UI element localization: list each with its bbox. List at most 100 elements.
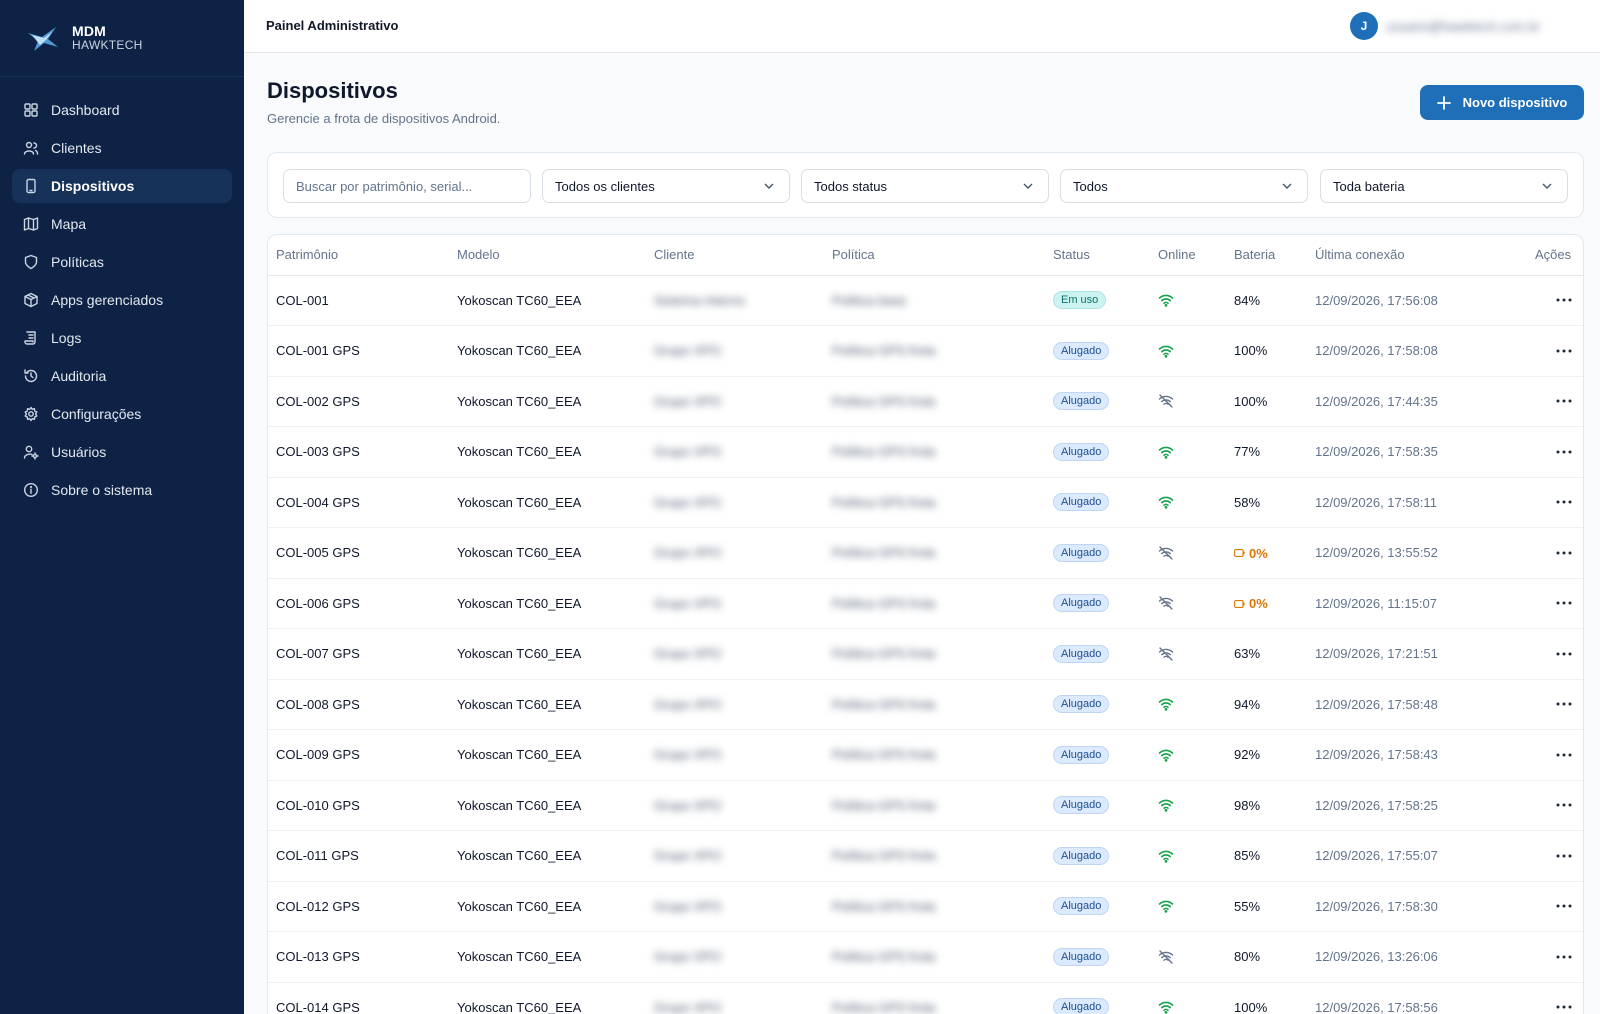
page-subtitle: Gerencie a frota de dispositivos Android… xyxy=(267,111,501,126)
cell-status: Alugado xyxy=(1045,426,1150,478)
cell-ultima-conexao: 12/09/2026, 17:21:51 xyxy=(1307,628,1527,680)
cell-acoes[interactable] xyxy=(1527,982,1583,1014)
table-row[interactable]: COL-012 GPS Yokoscan TC60_EEA Grupo XPO Pol… xyxy=(268,881,1583,932)
row-actions-button[interactable] xyxy=(1535,297,1583,303)
sidebar-item-mapa[interactable]: Mapa xyxy=(12,207,232,241)
cell-acoes[interactable] xyxy=(1527,931,1583,983)
sidebar-item-label: Apps gerenciados xyxy=(51,292,164,308)
cell-acoes[interactable] xyxy=(1527,780,1583,831)
row-actions-button[interactable] xyxy=(1535,752,1583,758)
client-name-redacted: Grupo XPO xyxy=(654,848,722,864)
cell-acoes[interactable] xyxy=(1527,275,1583,326)
table-row[interactable]: COL-001 GPS Yokoscan TC60_EEA Grupo XPO Pol… xyxy=(268,325,1583,377)
row-actions-button[interactable] xyxy=(1535,954,1583,960)
sidebar-item-sobre-o-sistema[interactable]: Sobre o sistema xyxy=(12,473,232,507)
wifi-icon xyxy=(1158,849,1226,863)
cell-acoes[interactable] xyxy=(1527,881,1583,932)
cell-politica: Política GPS frota xyxy=(824,982,1045,1014)
table-row[interactable]: COL-003 GPS Yokoscan TC60_EEA Grupo XPO Pol… xyxy=(268,426,1583,478)
table-row[interactable]: COL-013 GPS Yokoscan TC60_EEA Grupo XPO Pol… xyxy=(268,931,1583,983)
user-email[interactable]: usuario@hawktech.com.br xyxy=(1386,19,1540,34)
cell-acoes[interactable] xyxy=(1527,376,1583,427)
status-badge: Alugado xyxy=(1053,392,1110,411)
table-row[interactable]: COL-006 GPS Yokoscan TC60_EEA Grupo XPO Pol… xyxy=(268,578,1583,629)
cell-modelo: Yokoscan TC60_EEA xyxy=(449,881,646,932)
table-row[interactable]: COL-002 GPS Yokoscan TC60_EEA Grupo XPO Pol… xyxy=(268,376,1583,427)
row-actions-button[interactable] xyxy=(1535,449,1583,455)
sidebar-item-dashboard[interactable]: Dashboard xyxy=(12,93,232,127)
battery-low-icon xyxy=(1234,549,1245,557)
cell-politica: Política GPS frota xyxy=(824,881,1045,932)
cell-online xyxy=(1150,679,1226,730)
more-actions-icon xyxy=(1556,702,1572,706)
row-actions-button[interactable] xyxy=(1535,853,1583,859)
column-header: Status xyxy=(1045,235,1150,276)
client-name-redacted: Grupo XPO xyxy=(654,696,722,712)
sidebar-item-pol-ticas[interactable]: Políticas xyxy=(12,245,232,279)
row-actions-button[interactable] xyxy=(1535,550,1583,556)
table-row[interactable]: COL-007 GPS Yokoscan TC60_EEA Grupo XPO Pol… xyxy=(268,628,1583,680)
policy-name-redacted: Política GPS frota xyxy=(832,848,936,864)
table-row[interactable]: COL-011 GPS Yokoscan TC60_EEA Grupo XPO Pol… xyxy=(268,830,1583,882)
avatar[interactable]: J xyxy=(1350,12,1378,40)
more-actions-icon xyxy=(1556,652,1572,656)
policy-name-redacted: Política GPS frota xyxy=(832,999,936,1014)
battery-value: 55% xyxy=(1234,898,1261,914)
client-filter-select[interactable]: Todos os clientes xyxy=(542,169,790,203)
sidebar-item-configura-es[interactable]: Configurações xyxy=(12,397,232,431)
sidebar-item-clientes[interactable]: Clientes xyxy=(12,131,232,165)
row-actions-button[interactable] xyxy=(1535,348,1583,354)
cell-acoes[interactable] xyxy=(1527,477,1583,528)
row-actions-button[interactable] xyxy=(1535,651,1583,657)
row-actions-button[interactable] xyxy=(1535,600,1583,606)
new-device-button[interactable]: Novo dispositivo xyxy=(1420,85,1584,120)
row-actions-button[interactable] xyxy=(1535,398,1583,404)
status-badge: Alugado xyxy=(1053,998,1110,1014)
sidebar-item-label: Logs xyxy=(51,330,82,346)
sidebar-item-auditoria[interactable]: Auditoria xyxy=(12,359,232,393)
cell-online xyxy=(1150,477,1226,528)
battery-filter-select[interactable]: Toda bateria xyxy=(1320,169,1568,203)
status-badge: Alugado xyxy=(1053,897,1110,916)
cell-politica: Política GPS frota xyxy=(824,376,1045,427)
cell-acoes[interactable] xyxy=(1527,527,1583,579)
row-actions-button[interactable] xyxy=(1535,499,1583,505)
table-row[interactable]: COL-014 GPS Yokoscan TC60_EEA Grupo XPO Pol… xyxy=(268,982,1583,1014)
online-filter-select[interactable]: Todos xyxy=(1060,169,1308,203)
cell-acoes[interactable] xyxy=(1527,578,1583,629)
brand[interactable]: MDM HAWKTECH xyxy=(0,0,244,77)
search-input[interactable] xyxy=(283,169,531,203)
table-row[interactable]: COL-009 GPS Yokoscan TC60_EEA Grupo XPO Pol… xyxy=(268,729,1583,781)
cell-acoes[interactable] xyxy=(1527,426,1583,478)
sidebar-item-usu-rios[interactable]: Usuários xyxy=(12,435,232,469)
status-filter-select[interactable]: Todos status xyxy=(801,169,1049,203)
sidebar-item-logs[interactable]: Logs xyxy=(12,321,232,355)
cell-acoes[interactable] xyxy=(1527,830,1583,882)
table-row[interactable]: COL-010 GPS Yokoscan TC60_EEA Grupo XPO Pol… xyxy=(268,780,1583,831)
cell-bateria: 85% xyxy=(1226,830,1307,882)
cell-cliente: Grupo XPO xyxy=(646,982,824,1014)
table-row[interactable]: COL-004 GPS Yokoscan TC60_EEA Grupo XPO Pol… xyxy=(268,477,1583,528)
cell-modelo: Yokoscan TC60_EEA xyxy=(449,679,646,730)
cell-online xyxy=(1150,325,1226,377)
cell-status: Alugado xyxy=(1045,376,1150,427)
cell-acoes[interactable] xyxy=(1527,325,1583,377)
sidebar-item-apps-gerenciados[interactable]: Apps gerenciados xyxy=(12,283,232,317)
cell-politica: Política GPS frota xyxy=(824,830,1045,882)
cell-acoes[interactable] xyxy=(1527,628,1583,680)
client-name-redacted: Grupo XPO xyxy=(654,595,722,611)
brand-subtitle: HAWKTECH xyxy=(72,38,143,53)
table-row[interactable]: COL-001 Yokoscan TC60_EEA Sistema Interno P… xyxy=(268,275,1583,326)
cell-cliente: Grupo XPO xyxy=(646,679,824,730)
wifi-icon xyxy=(1158,1000,1226,1014)
row-actions-button[interactable] xyxy=(1535,1004,1583,1010)
row-actions-button[interactable] xyxy=(1535,802,1583,808)
table-row[interactable]: COL-005 GPS Yokoscan TC60_EEA Grupo XPO Pol… xyxy=(268,527,1583,579)
sidebar-item-dispositivos[interactable]: Dispositivos xyxy=(12,169,232,203)
policy-name-redacted: Política base xyxy=(832,292,907,308)
cell-acoes[interactable] xyxy=(1527,679,1583,730)
table-row[interactable]: COL-008 GPS Yokoscan TC60_EEA Grupo XPO Pol… xyxy=(268,679,1583,730)
cell-acoes[interactable] xyxy=(1527,729,1583,781)
row-actions-button[interactable] xyxy=(1535,701,1583,707)
row-actions-button[interactable] xyxy=(1535,903,1583,909)
